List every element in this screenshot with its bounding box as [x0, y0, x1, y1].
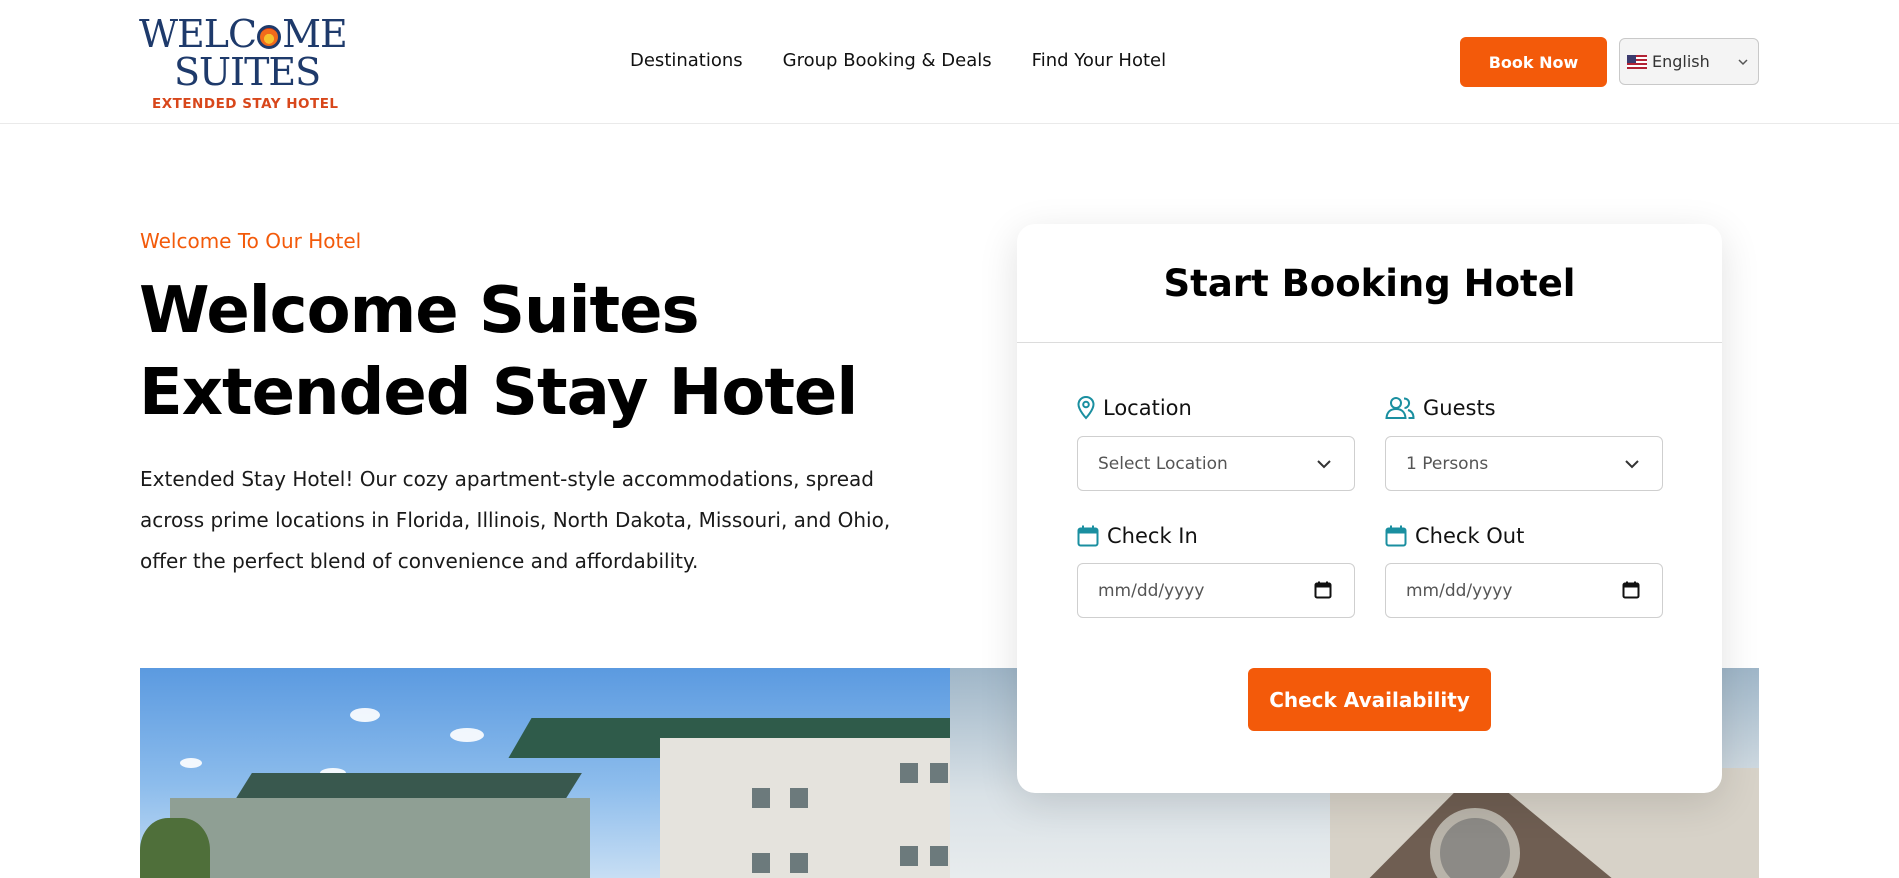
- calendar-picker-icon[interactable]: [1622, 581, 1640, 599]
- location-select[interactable]: Select Location: [1077, 436, 1355, 491]
- guests-value: 1 Persons: [1406, 453, 1489, 474]
- hero-title-line2: Extended Stay Hotel: [139, 356, 858, 430]
- nav-find-your-hotel[interactable]: Find Your Hotel: [1032, 50, 1166, 71]
- chevron-down-icon: [1317, 460, 1331, 469]
- site-header: WELC ME SUITES EXTENDED STAY HOTEL Destin…: [0, 0, 1899, 124]
- logo-tagline: EXTENDED STAY HOTEL: [152, 96, 339, 112]
- logo-wordmark-welcome: WELC ME: [139, 12, 348, 56]
- hero-eyebrow: Welcome To Our Hotel: [140, 229, 362, 253]
- calendar-icon: [1385, 525, 1407, 547]
- sun-icon: [257, 25, 282, 49]
- hotel-photo-exterior: [140, 668, 950, 878]
- calendar-picker-icon[interactable]: [1314, 581, 1332, 599]
- check-out-label-text: Check Out: [1415, 524, 1525, 548]
- guests-select[interactable]: 1 Persons: [1385, 436, 1663, 491]
- main-nav: Destinations Group Booking & Deals Find …: [630, 50, 1166, 71]
- check-in-label: Check In: [1077, 524, 1198, 548]
- location-label-text: Location: [1103, 396, 1192, 420]
- booking-divider: [1017, 342, 1722, 343]
- calendar-icon: [1077, 525, 1099, 547]
- brand-logo[interactable]: WELC ME SUITES EXTENDED STAY HOTEL: [139, 14, 348, 114]
- guests-label: Guests: [1385, 396, 1496, 420]
- chevron-down-icon: [1625, 460, 1639, 469]
- hero-title-line1: Welcome Suites: [139, 274, 700, 348]
- check-out-input[interactable]: mm/dd/yyyy: [1385, 563, 1663, 618]
- map-pin-icon: [1077, 396, 1095, 420]
- language-label: English: [1652, 52, 1710, 71]
- hero-description: Extended Stay Hotel! Our cozy apartment-…: [140, 467, 891, 573]
- book-now-button[interactable]: Book Now: [1460, 37, 1607, 87]
- check-in-label-text: Check In: [1107, 524, 1198, 548]
- nav-destinations[interactable]: Destinations: [630, 50, 743, 71]
- check-out-placeholder: mm/dd/yyyy: [1406, 580, 1513, 601]
- logo-wordmark-suites: SUITES: [174, 50, 321, 94]
- nav-group-booking-deals[interactable]: Group Booking & Deals: [783, 50, 992, 71]
- language-select[interactable]: English: [1619, 38, 1759, 85]
- users-icon: [1385, 397, 1415, 419]
- check-out-label: Check Out: [1385, 524, 1524, 548]
- guests-label-text: Guests: [1423, 396, 1496, 420]
- check-in-input[interactable]: mm/dd/yyyy: [1077, 563, 1355, 618]
- chevron-down-icon: [1738, 59, 1748, 66]
- check-availability-button[interactable]: Check Availability: [1248, 668, 1491, 731]
- booking-title: Start Booking Hotel: [1163, 262, 1576, 305]
- location-placeholder: Select Location: [1098, 453, 1228, 474]
- hero-title: Welcome Suites Extended Stay Hotel: [139, 270, 939, 434]
- check-in-placeholder: mm/dd/yyyy: [1098, 580, 1205, 601]
- us-flag-icon: [1627, 54, 1647, 69]
- location-label: Location: [1077, 396, 1192, 420]
- booking-card: Start Booking Hotel Location Select Loca…: [1017, 224, 1722, 793]
